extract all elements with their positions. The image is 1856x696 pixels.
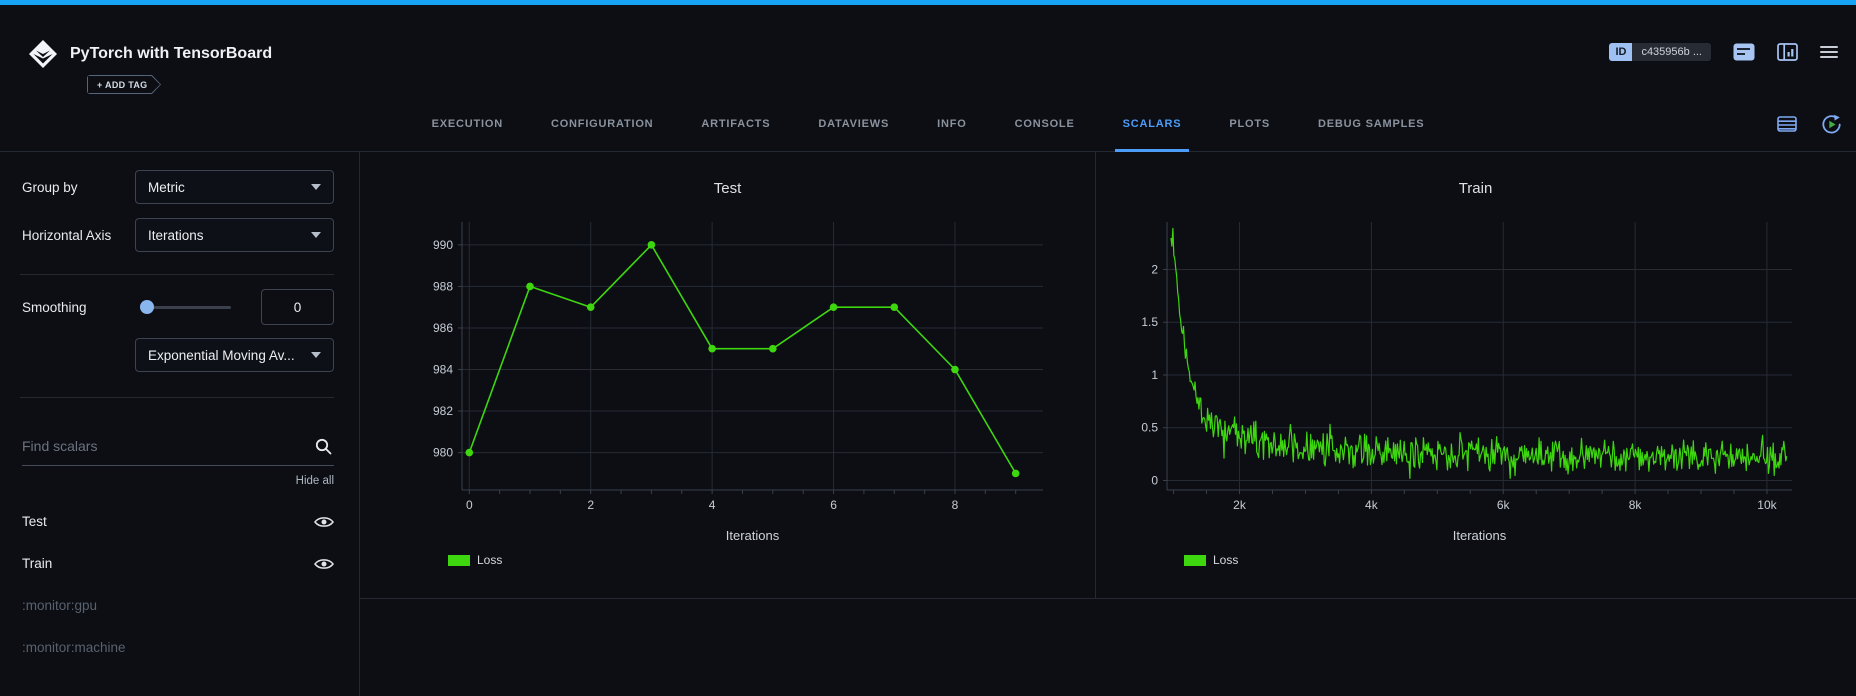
add-tag-button[interactable]: + ADD TAG xyxy=(87,75,161,94)
tab-execution[interactable]: EXECUTION xyxy=(432,96,503,152)
tab-artifacts[interactable]: ARTIFACTS xyxy=(701,96,770,152)
tab-info[interactable]: INFO xyxy=(937,96,966,152)
svg-text:980: 980 xyxy=(433,446,453,460)
svg-text:0: 0 xyxy=(1151,474,1158,488)
slider-thumb[interactable] xyxy=(140,300,154,314)
svg-text:984: 984 xyxy=(433,363,453,377)
tab-scalars[interactable]: SCALARS xyxy=(1123,96,1182,152)
svg-text:1: 1 xyxy=(1151,368,1158,382)
scalar-item-test: Test xyxy=(22,514,334,529)
horizontal-axis-dropdown[interactable]: Iterations xyxy=(135,218,334,252)
legend-label: Loss xyxy=(477,553,502,567)
svg-text:4k: 4k xyxy=(1365,498,1379,512)
horizontal-axis-value: Iterations xyxy=(148,228,204,243)
group-by-value: Metric xyxy=(148,180,185,195)
id-label: ID xyxy=(1609,43,1632,61)
search-icon[interactable] xyxy=(315,438,332,455)
legend-swatch xyxy=(448,555,470,566)
train-chart-panel: Train 00.511.522k4k6k8k10k Iterations Lo… xyxy=(1095,152,1855,598)
svg-text:990: 990 xyxy=(433,238,453,252)
chevron-down-icon xyxy=(311,352,321,358)
layout-panel-icon[interactable] xyxy=(1777,43,1798,61)
horizontal-axis-label: Horizontal Axis xyxy=(22,228,135,243)
id-value: c435956b ... xyxy=(1632,43,1711,61)
svg-text:982: 982 xyxy=(433,404,453,418)
svg-text:2: 2 xyxy=(1151,262,1158,276)
tab-plots[interactable]: PLOTS xyxy=(1229,96,1270,152)
charts-row: Test 98098298498698899002468 Iterations … xyxy=(360,152,1856,599)
tab-bar: EXECUTION CONFIGURATION ARTIFACTS DATAVIEWS… xyxy=(0,96,1856,152)
visibility-eye-icon[interactable] xyxy=(314,557,334,571)
train-x-axis-label: Iterations xyxy=(1167,528,1792,543)
smoothing-label: Smoothing xyxy=(22,300,135,315)
experiment-id-badge[interactable]: ID c435956b ... xyxy=(1609,43,1711,61)
scalar-list: Test Train :monitor:gpu :monitor:mac xyxy=(22,514,334,655)
scalar-item-train: Train xyxy=(22,556,334,571)
scalar-item-monitor-gpu: :monitor:gpu xyxy=(22,598,334,613)
group-by-dropdown[interactable]: Metric xyxy=(135,170,334,204)
experiment-header: PyTorch with TensorBoard + ADD TAG ID c4… xyxy=(0,5,1856,96)
legend-swatch xyxy=(1184,555,1206,566)
tab-dataviews[interactable]: DATAVIEWS xyxy=(818,96,889,152)
tab-debug-samples[interactable]: DEBUG SAMPLES xyxy=(1318,96,1424,152)
details-card-icon[interactable] xyxy=(1733,43,1755,61)
table-view-icon[interactable] xyxy=(1777,116,1797,132)
chevron-down-icon xyxy=(311,184,321,190)
search-input[interactable] xyxy=(22,438,334,454)
svg-text:8k: 8k xyxy=(1629,498,1643,512)
scalars-settings-sidebar: Group by Metric Horizontal Axis Iteratio… xyxy=(0,152,360,696)
legend-label: Loss xyxy=(1213,553,1238,567)
auto-refresh-icon[interactable] xyxy=(1821,114,1842,135)
smoothing-slider[interactable] xyxy=(140,300,231,314)
svg-text:988: 988 xyxy=(433,279,453,293)
smoothing-method-value: Exponential Moving Av... xyxy=(148,348,295,363)
group-by-label: Group by xyxy=(22,180,135,195)
svg-text:6: 6 xyxy=(830,498,837,512)
hide-all-link[interactable]: Hide all xyxy=(22,475,334,487)
test-x-axis-label: Iterations xyxy=(462,528,1043,543)
tab-console[interactable]: CONSOLE xyxy=(1015,96,1075,152)
svg-text:10k: 10k xyxy=(1757,498,1777,512)
train-legend-loss[interactable]: Loss xyxy=(1184,553,1238,567)
svg-text:2: 2 xyxy=(587,498,594,512)
visibility-eye-icon[interactable] xyxy=(314,515,334,529)
scalar-item-monitor-machine: :monitor:machine xyxy=(22,640,334,655)
svg-text:2k: 2k xyxy=(1233,498,1247,512)
svg-text:8: 8 xyxy=(952,498,959,512)
chevron-down-icon xyxy=(311,232,321,238)
svg-text:986: 986 xyxy=(433,321,453,335)
test-chart-panel: Test 98098298498698899002468 Iterations … xyxy=(360,152,1095,598)
tab-configuration[interactable]: CONFIGURATION xyxy=(551,96,653,152)
svg-text:6k: 6k xyxy=(1497,498,1511,512)
svg-text:0: 0 xyxy=(466,498,473,512)
svg-text:0.5: 0.5 xyxy=(1141,421,1158,435)
test-legend-loss[interactable]: Loss xyxy=(448,553,502,567)
empty-content-area xyxy=(360,599,1856,696)
experiment-title: PyTorch with TensorBoard xyxy=(70,45,272,63)
app-logo-icon xyxy=(28,39,58,69)
menu-icon[interactable] xyxy=(1820,43,1838,61)
svg-text:4: 4 xyxy=(709,498,716,512)
smoothing-method-dropdown[interactable]: Exponential Moving Av... xyxy=(135,338,334,372)
svg-text:1.5: 1.5 xyxy=(1141,315,1158,329)
add-tag-label: + ADD TAG xyxy=(88,76,160,93)
smoothing-value-input[interactable] xyxy=(261,289,334,325)
